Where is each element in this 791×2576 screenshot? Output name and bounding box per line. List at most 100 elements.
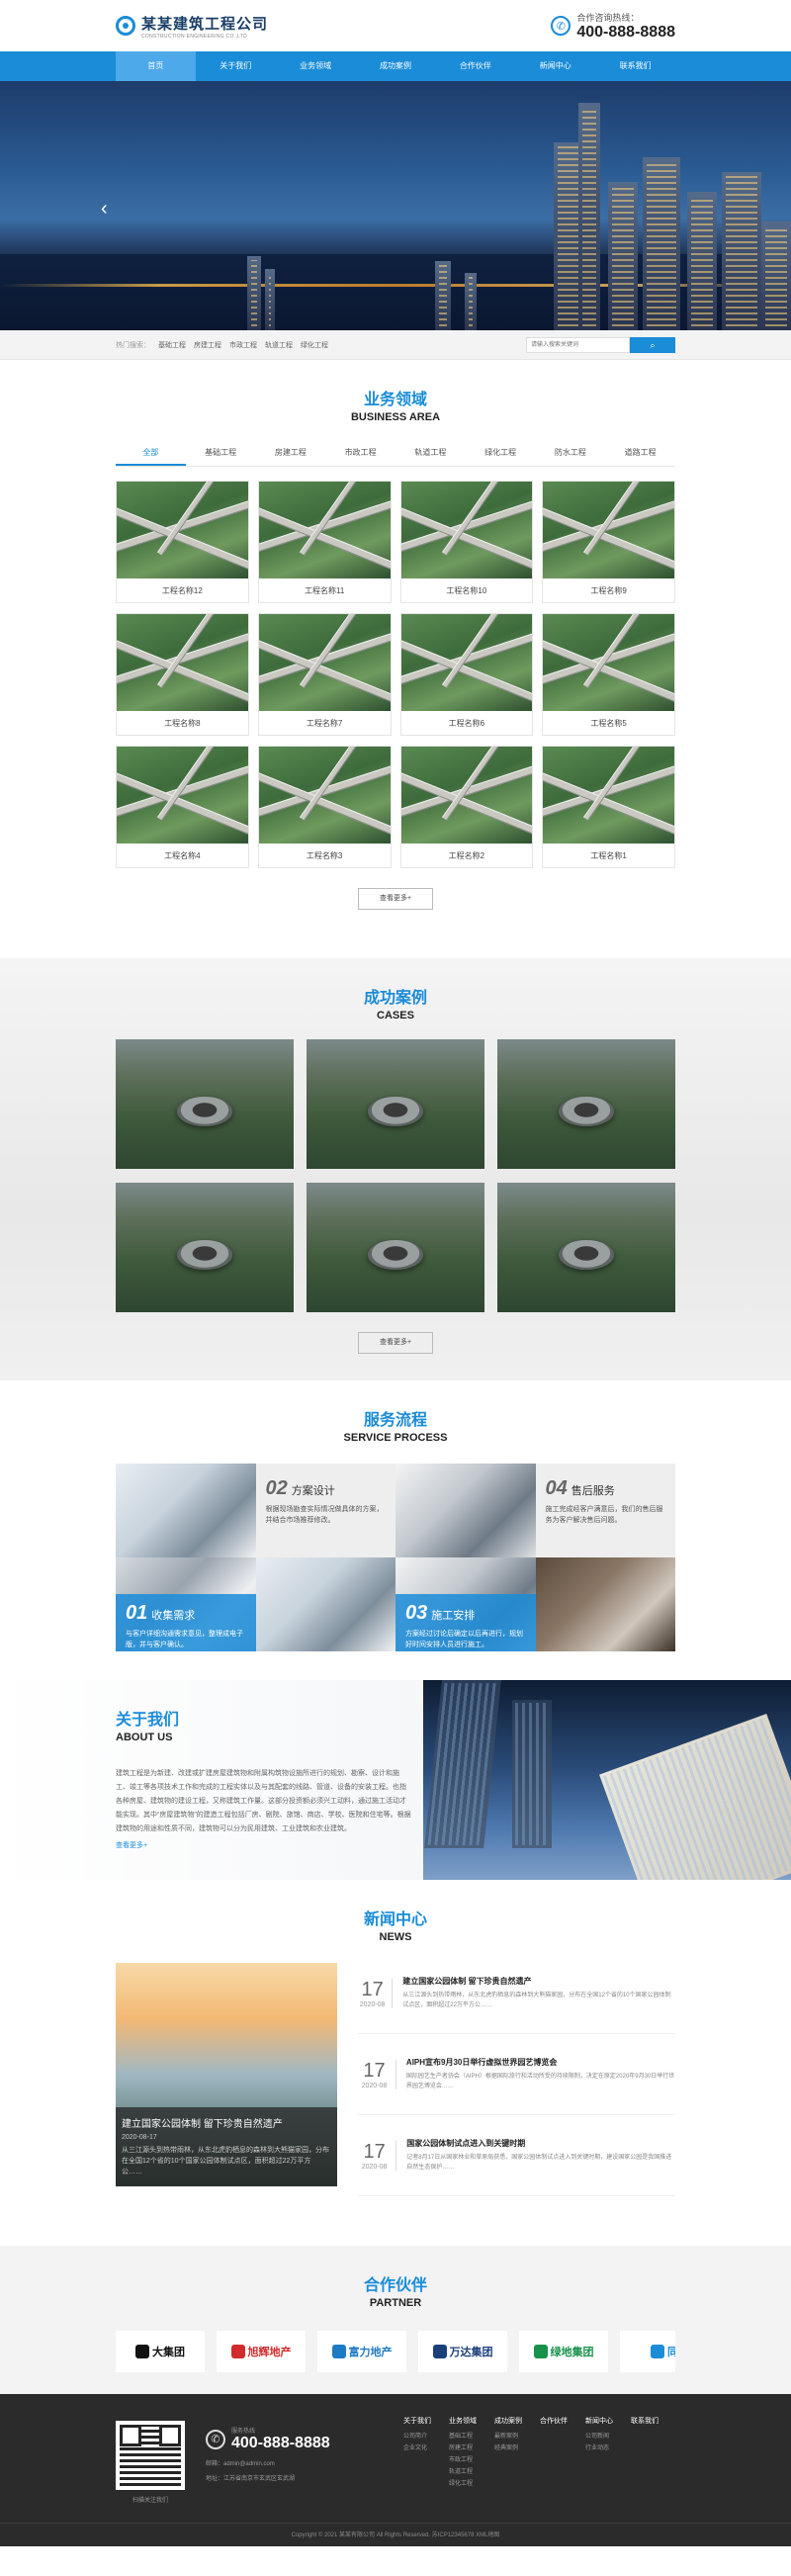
- step-number: 04: [545, 1477, 568, 1499]
- footer-link[interactable]: 公司新闻: [585, 2431, 613, 2443]
- footer-link[interactable]: 轨道工程: [449, 2466, 477, 2478]
- news-title: 国家公园体制试点进入到关键时期: [406, 2139, 526, 2148]
- project-card[interactable]: 工程名称1: [542, 746, 675, 868]
- project-image: [543, 614, 674, 711]
- case-image[interactable]: [116, 1183, 294, 1312]
- project-card[interactable]: 工程名称8: [116, 613, 249, 736]
- banner-prev-arrow-icon[interactable]: ‹: [101, 198, 108, 221]
- footer-link[interactable]: 公司简介: [403, 2431, 431, 2443]
- project-card[interactable]: 工程名称9: [542, 481, 675, 603]
- step-title: 售后服务: [571, 1485, 615, 1497]
- tab-road[interactable]: 道路工程: [605, 441, 675, 466]
- project-name: 工程名称7: [306, 719, 343, 728]
- partner-logo[interactable]: 旭辉地产: [217, 2331, 306, 2372]
- footer-column-heading[interactable]: 成功案例: [494, 2416, 522, 2426]
- hot-word[interactable]: 基础工程: [158, 340, 186, 350]
- project-card[interactable]: 工程名称11: [257, 481, 392, 603]
- tab-rail[interactable]: 轨道工程: [396, 441, 466, 466]
- process-section: 服务流程 SERVICE PROCESS 02 方案设计 根据现场勘查实际情况做具…: [0, 1380, 791, 1680]
- case-image[interactable]: [116, 1039, 294, 1169]
- partner-logo[interactable]: 绿地集团: [519, 2331, 608, 2372]
- footer-column-heading[interactable]: 新闻中心: [585, 2416, 613, 2426]
- nav-item-partner[interactable]: 合作伙伴: [435, 51, 515, 81]
- footer-link[interactable]: 绿化工程: [449, 2478, 477, 2490]
- news-month: 2020-08: [361, 2082, 388, 2089]
- nav-item-about[interactable]: 关于我们: [196, 51, 276, 81]
- process-photo: [255, 1557, 396, 1651]
- section-title: 关于我们: [116, 1712, 180, 1729]
- about-more-link[interactable]: 查看更多+: [116, 1842, 147, 1849]
- tab-municipal[interactable]: 市政工程: [325, 441, 396, 466]
- footer-link[interactable]: 市政工程: [449, 2454, 477, 2466]
- footer-column: 关于我们公司简介 企业文化: [403, 2416, 431, 2490]
- project-name: 工程名称4: [164, 851, 201, 860]
- footer-column-heading[interactable]: 联系我们: [631, 2416, 659, 2426]
- footer-link[interactable]: 最新案例: [494, 2431, 522, 2443]
- nav-item-business[interactable]: 业务领域: [276, 51, 356, 81]
- hero-banner[interactable]: ‹: [0, 81, 791, 330]
- case-image[interactable]: [307, 1039, 484, 1169]
- hot-word[interactable]: 绿化工程: [301, 340, 328, 350]
- tab-waterproof[interactable]: 防水工程: [536, 441, 606, 466]
- partner-logo[interactable]: 万达集团: [418, 2331, 507, 2372]
- partner-logo[interactable]: 富力地产: [317, 2331, 406, 2372]
- nav-item-cases[interactable]: 成功案例: [356, 51, 436, 81]
- nav-item-home[interactable]: 首页: [116, 51, 196, 81]
- case-image[interactable]: [497, 1183, 675, 1312]
- step-desc: 施工完成经客户满意后，我们的售后服务为客户解决售后问题。: [545, 1506, 663, 1524]
- project-card[interactable]: 工程名称10: [399, 481, 534, 603]
- process-grid: 02 方案设计 根据现场勘查实际情况做具体的方案，并结合市场推荐修改。 04 售后服…: [116, 1464, 675, 1651]
- hot-word[interactable]: 轨道工程: [265, 340, 293, 350]
- footer-column: 联系我们: [631, 2416, 659, 2490]
- footer-link[interactable]: 房建工程: [449, 2443, 477, 2454]
- footer-link[interactable]: 企业文化: [403, 2443, 431, 2454]
- news-item[interactable]: 17 2020-08 国家公园体制试点进入到关键时期 记者8月17日从国家林业和草原…: [357, 2115, 675, 2196]
- hot-word[interactable]: 市政工程: [229, 340, 257, 350]
- logo[interactable]: 某某建筑工程公司 CONSTRUCTION ENGINEERING CO.,LT…: [116, 13, 268, 40]
- footer-phone: 400-888-8888: [231, 2435, 330, 2451]
- tab-greening[interactable]: 绿化工程: [466, 441, 536, 466]
- project-name: 工程名称12: [161, 586, 203, 595]
- cases-more-button[interactable]: 查看更多+: [358, 1332, 433, 1354]
- about-description: 建筑工程是为新建、改建或扩建房屋建筑物和附属构筑物设施所进行的规划、勘察、设计和…: [116, 1770, 411, 1832]
- footer-link[interactable]: 基础工程: [449, 2431, 477, 2443]
- project-card[interactable]: 工程名称7: [257, 613, 392, 736]
- project-card[interactable]: 工程名称5: [542, 613, 675, 736]
- tab-housing[interactable]: 房建工程: [256, 441, 326, 466]
- footer-links: 关于我们 公司简介 企业文化 业务领域 基础工程 房建工程 市政工程 轨道工程 绿化工程 成功案例…: [403, 2416, 659, 2490]
- tab-all[interactable]: 全部: [116, 441, 186, 466]
- project-card[interactable]: 工程名称12: [116, 481, 249, 603]
- hot-word[interactable]: 房建工程: [194, 340, 221, 350]
- footer-column-heading[interactable]: 关于我们: [403, 2416, 431, 2426]
- project-image: [543, 482, 674, 578]
- search-input[interactable]: [526, 337, 630, 353]
- news-item[interactable]: 17 2020-08 AIPH宣布9月30日举行虚拟世界园艺博览会 国际园艺生产者协…: [357, 2034, 675, 2115]
- footer-column-heading[interactable]: 合作伙伴: [540, 2416, 568, 2426]
- tab-foundation[interactable]: 基础工程: [186, 441, 256, 466]
- partner-logo[interactable]: 大集团: [116, 2331, 205, 2372]
- project-card[interactable]: 工程名称3: [257, 746, 392, 868]
- partner-logo[interactable]: 同: [620, 2331, 675, 2372]
- project-card[interactable]: 工程名称2: [399, 746, 534, 868]
- news-item[interactable]: 17 2020-08 建立国家公园体制 留下珍贵自然遗产 从三江源头到热带雨林，从东…: [357, 1953, 675, 2034]
- project-card[interactable]: 工程名称6: [399, 613, 534, 736]
- partner-name: 绿地集团: [550, 2347, 594, 2358]
- nav-item-contact[interactable]: 联系我们: [595, 51, 675, 81]
- partner-mark-icon: [230, 2345, 245, 2358]
- search-button[interactable]: ⌕: [630, 337, 675, 353]
- news-title: 建立国家公园体制 留下珍贵自然遗产: [402, 1977, 532, 1986]
- case-image[interactable]: [497, 1039, 675, 1169]
- footer-column: 业务领域基础工程 房建工程 市政工程 轨道工程 绿化工程: [449, 2416, 477, 2490]
- featured-news[interactable]: 建立国家公园体制 留下珍贵自然遗产 2020-08-17 从三江源头到热带雨林，…: [116, 1963, 337, 2186]
- business-more-button[interactable]: 查看更多+: [358, 888, 433, 910]
- partner-name: 富力地产: [348, 2347, 393, 2358]
- nav-item-news[interactable]: 新闻中心: [515, 51, 595, 81]
- footer-column-heading[interactable]: 业务领域: [449, 2416, 477, 2426]
- news-list: 17 2020-08 建立国家公园体制 留下珍贵自然遗产 从三江源头到热带雨林，从东…: [357, 1953, 675, 2196]
- footer-link[interactable]: 经典案例: [494, 2443, 522, 2454]
- case-image[interactable]: [307, 1183, 484, 1312]
- footer-link[interactable]: 行业动态: [585, 2443, 613, 2454]
- project-card[interactable]: 工程名称4: [116, 746, 249, 868]
- site-header: 某某建筑工程公司 CONSTRUCTION ENGINEERING CO.,LT…: [0, 0, 791, 51]
- partner-mark-icon: [135, 2345, 149, 2358]
